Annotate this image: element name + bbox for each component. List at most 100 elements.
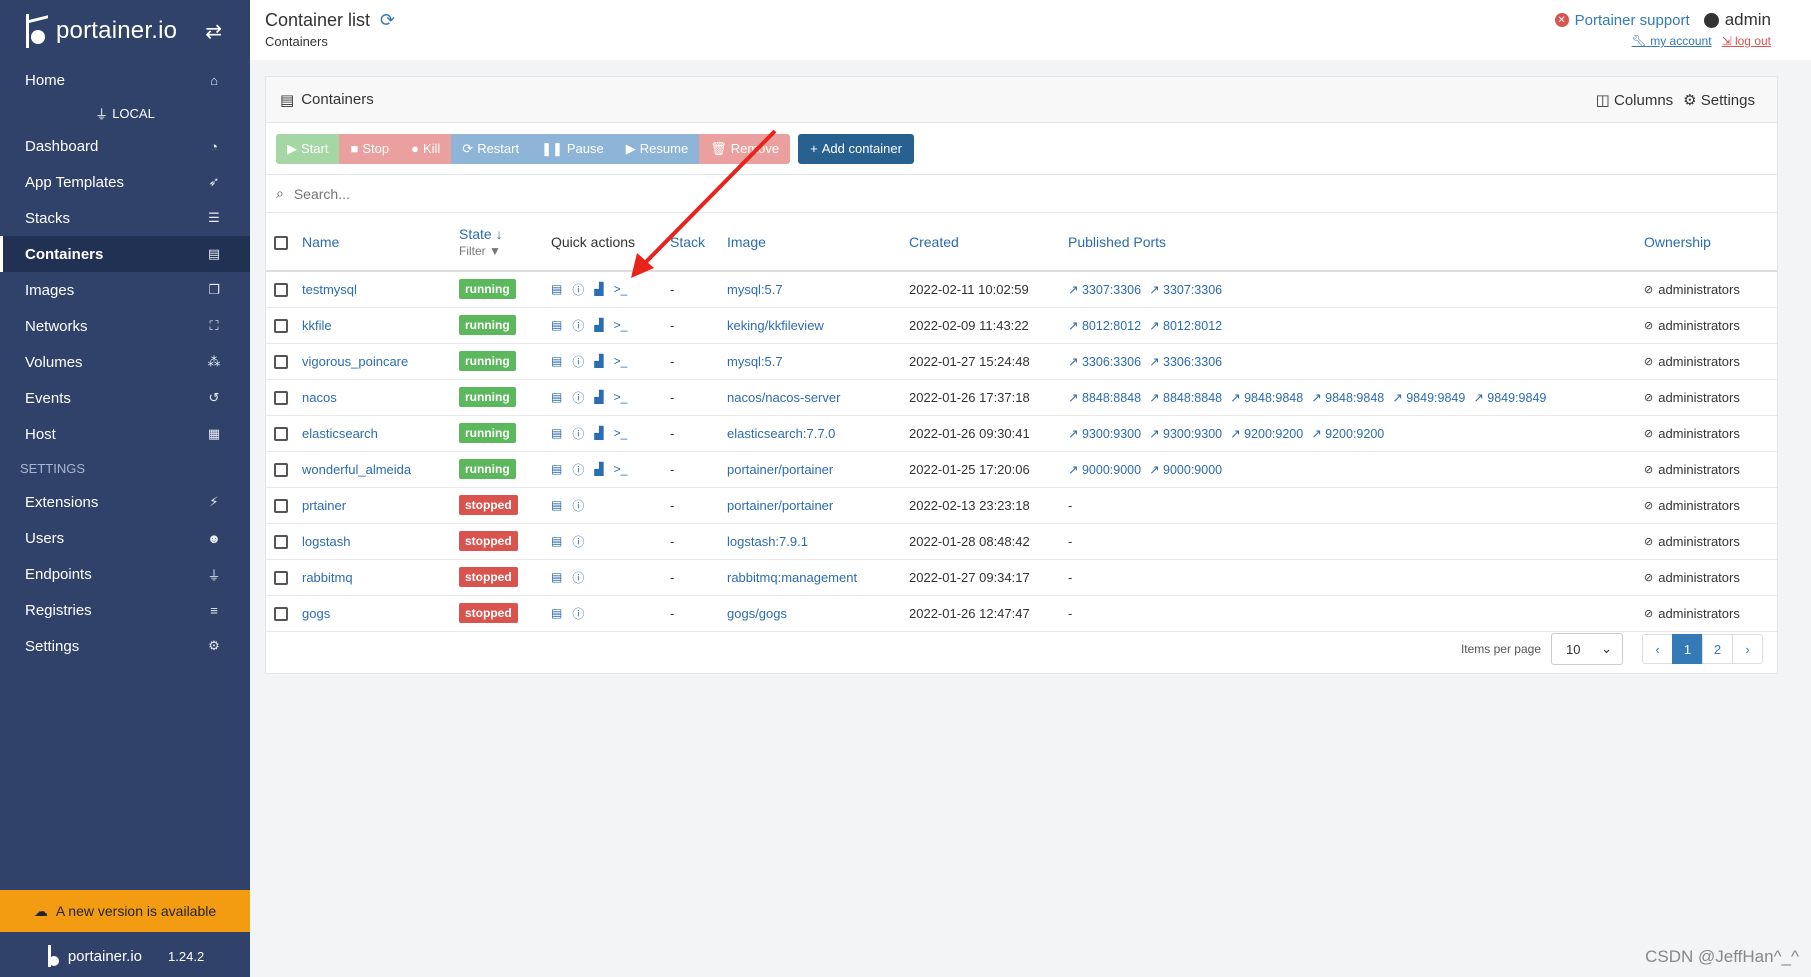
row-checkbox[interactable]	[274, 354, 288, 369]
inspect-icon[interactable]: ⓘ	[572, 425, 584, 442]
resume-button[interactable]: ▶ Resume	[614, 133, 700, 164]
stats-icon[interactable]: ▟	[594, 282, 603, 296]
container-name-link[interactable]: kkfile	[302, 318, 332, 333]
row-checkbox[interactable]	[274, 498, 288, 513]
ownership-column-header[interactable]: Ownership	[1636, 213, 1777, 271]
sidebar-item-events[interactable]: Events ↺	[0, 380, 250, 416]
published-port-link[interactable]: ↗ 3307:3306	[1068, 283, 1141, 297]
published-port-link[interactable]: ↗ 3307:3306	[1149, 283, 1222, 297]
sidebar-item-endpoints[interactable]: Endpoints ⏚	[0, 556, 250, 592]
created-column-header[interactable]: Created	[901, 213, 1060, 271]
toggle-sidebar-icon[interactable]: ⇄	[205, 19, 222, 44]
sidebar-item-images[interactable]: Images ❐	[0, 272, 250, 308]
sidebar-item-containers[interactable]: Containers ▤	[0, 236, 250, 272]
state-filter[interactable]: Filter ▼	[459, 244, 543, 258]
published-port-link[interactable]: ↗ 3306:3306	[1149, 355, 1222, 369]
sidebar-item-extensions[interactable]: Extensions ⚡	[0, 484, 250, 520]
published-port-link[interactable]: ↗ 9300:9300	[1149, 427, 1222, 441]
page-1-button[interactable]: 1	[1672, 634, 1703, 664]
items-per-page-select[interactable]: 10 ⌄	[1551, 633, 1623, 665]
sidebar-item-volumes[interactable]: Volumes ⁂	[0, 344, 250, 380]
logs-icon[interactable]: ▤	[551, 498, 562, 512]
page-2-button[interactable]: 2	[1702, 634, 1733, 664]
stats-icon[interactable]: ▟	[594, 318, 603, 332]
inspect-icon[interactable]: ⓘ	[572, 281, 584, 298]
container-name-link[interactable]: elasticsearch	[302, 426, 378, 441]
published-port-link[interactable]: ↗ 9200:9200	[1311, 427, 1384, 441]
logs-icon[interactable]: ▤	[551, 570, 562, 584]
console-icon[interactable]: >_	[614, 426, 628, 440]
inspect-icon[interactable]: ⓘ	[572, 497, 584, 514]
image-column-header[interactable]: Image	[719, 213, 901, 271]
published-port-link[interactable]: ↗ 8848:8848	[1068, 391, 1141, 405]
columns-button[interactable]: ◫ Columns	[1596, 91, 1674, 109]
search-input[interactable]	[293, 185, 894, 202]
sidebar-item-home[interactable]: Home ⌂	[0, 62, 250, 98]
row-checkbox[interactable]	[274, 606, 288, 621]
sidebar-item-app-templates[interactable]: App Templates ➶	[0, 164, 250, 200]
portainer-logo[interactable]: portainer.io	[24, 12, 177, 50]
published-port-link[interactable]: ↗ 9849:9849	[1473, 391, 1546, 405]
logs-icon[interactable]: ▤	[551, 462, 562, 476]
logs-icon[interactable]: ▤	[551, 318, 562, 332]
kill-button[interactable]: ● Kill	[400, 133, 452, 164]
published-port-link[interactable]: ↗ 9848:9848	[1230, 391, 1303, 405]
inspect-icon[interactable]: ⓘ	[572, 317, 584, 334]
container-name-link[interactable]: wonderful_almeida	[302, 462, 411, 477]
remove-button[interactable]: 🗑︎ Remove	[699, 133, 791, 164]
row-checkbox[interactable]	[274, 426, 288, 441]
image-link[interactable]: portainer/portainer	[727, 498, 833, 513]
sidebar-item-registries[interactable]: Registries ≡	[0, 592, 250, 628]
container-name-link[interactable]: logstash	[302, 534, 350, 549]
published-port-link[interactable]: ↗ 8012:8012	[1068, 319, 1141, 333]
row-checkbox[interactable]	[274, 283, 288, 298]
stop-button[interactable]: ■ Stop	[339, 133, 401, 164]
container-name-link[interactable]: testmysql	[302, 282, 357, 297]
container-name-link[interactable]: vigorous_poincare	[302, 354, 408, 369]
row-checkbox[interactable]	[274, 462, 288, 477]
restart-button[interactable]: ⟳ Restart	[451, 133, 531, 164]
state-column-header[interactable]: State ↓ Filter ▼	[451, 213, 543, 271]
support-link[interactable]: ✕ Portainer support	[1554, 12, 1690, 29]
logs-icon[interactable]: ▤	[551, 390, 562, 404]
image-link[interactable]: rabbitmq:management	[727, 570, 857, 585]
row-checkbox[interactable]	[274, 318, 288, 333]
published-port-link[interactable]: ↗ 9849:9849	[1392, 391, 1465, 405]
image-link[interactable]: logstash:7.9.1	[727, 534, 808, 549]
image-link[interactable]: nacos/nacos-server	[727, 390, 840, 405]
published-port-link[interactable]: ↗ 3306:3306	[1068, 355, 1141, 369]
logs-icon[interactable]: ▤	[551, 354, 562, 368]
sidebar-item-stacks[interactable]: Stacks ☰	[0, 200, 250, 236]
published-port-link[interactable]: ↗ 9200:9200	[1230, 427, 1303, 441]
next-page-button[interactable]: ›	[1732, 634, 1763, 664]
container-name-link[interactable]: gogs	[302, 606, 330, 621]
logs-icon[interactable]: ▤	[551, 426, 562, 440]
logout-link[interactable]: ⇲ log out	[1722, 34, 1771, 48]
container-name-link[interactable]: prtainer	[302, 498, 346, 513]
stats-icon[interactable]: ▟	[594, 354, 603, 368]
image-link[interactable]: mysql:5.7	[727, 354, 783, 369]
image-link[interactable]: elasticsearch:7.7.0	[727, 426, 835, 441]
sidebar-item-users[interactable]: Users ☻	[0, 520, 250, 556]
prev-page-button[interactable]: ‹	[1642, 634, 1673, 664]
row-checkbox[interactable]	[274, 570, 288, 585]
stack-column-header[interactable]: Stack	[662, 213, 719, 271]
inspect-icon[interactable]: ⓘ	[572, 605, 584, 622]
logs-icon[interactable]: ▤	[551, 606, 562, 620]
logs-icon[interactable]: ▤	[551, 534, 562, 548]
stats-icon[interactable]: ▟	[594, 426, 603, 440]
image-link[interactable]: keking/kkfileview	[727, 318, 824, 333]
published-port-link[interactable]: ↗ 9000:9000	[1068, 463, 1141, 477]
published-port-link[interactable]: ↗ 9300:9300	[1068, 427, 1141, 441]
console-icon[interactable]: >_	[614, 390, 628, 404]
stats-icon[interactable]: ▟	[594, 390, 603, 404]
row-checkbox[interactable]	[274, 534, 288, 549]
add-container-button[interactable]: + Add container	[798, 133, 914, 164]
container-name-link[interactable]: nacos	[302, 390, 337, 405]
sidebar-item-networks[interactable]: Networks ⛶	[0, 308, 250, 344]
console-icon[interactable]: >_	[614, 318, 628, 332]
sidebar-item-dashboard[interactable]: Dashboard ◔	[0, 128, 250, 164]
update-notice[interactable]: ☁ A new version is available	[0, 890, 250, 932]
settings-button[interactable]: ⚙ Settings	[1683, 91, 1755, 109]
console-icon[interactable]: >_	[614, 354, 628, 368]
